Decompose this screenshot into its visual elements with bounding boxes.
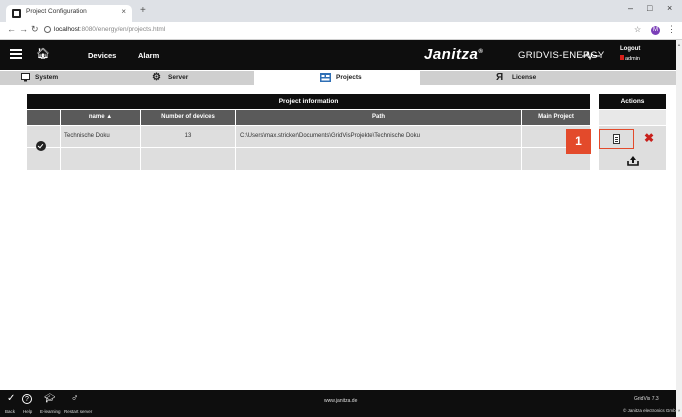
browser-tab-title: Project Configuration [26, 8, 87, 15]
profile-avatar[interactable]: M [651, 26, 660, 35]
hamburger-menu-icon[interactable] [10, 49, 22, 59]
upload-icon[interactable] [627, 156, 639, 166]
tab-projects[interactable]: Projects [254, 71, 420, 85]
user-icon [620, 55, 624, 60]
footer-copyright: © Janitza electronics GmbH [623, 408, 679, 413]
pulse-icon [582, 51, 600, 60]
user-name: admin [625, 56, 640, 62]
app-footer: ✓ Back ? Help 🎓︎ E-learning ♂ Restart se… [0, 390, 679, 417]
app-header: 🏠︎ Devices Alarm Janitza® GRIDVIS-ENERGY… [0, 40, 676, 70]
column-header-status [27, 110, 60, 125]
divider [521, 126, 522, 170]
logout-link[interactable]: Logout [620, 46, 640, 52]
url-host: localhost [54, 26, 80, 33]
restart-icon[interactable]: ♂ [71, 393, 79, 404]
gear-icon: ⚙ [152, 72, 161, 83]
project-name-cell: Technische Doku [64, 133, 110, 139]
device-count-cell: 13 [184, 133, 192, 139]
window-close-button[interactable]: × [667, 3, 672, 13]
tab-server[interactable]: ⚙ Server [112, 71, 254, 85]
maximize-button[interactable]: □ [647, 3, 652, 13]
projects-icon [320, 73, 331, 82]
tab-license[interactable]: Я License [420, 71, 600, 85]
delete-project-icon[interactable]: ✖ [644, 131, 654, 145]
section-tabs: System ⚙ Server Projects Я License [0, 71, 676, 85]
user-label: admin [620, 55, 640, 62]
bookmark-star-icon[interactable]: ☆ [634, 25, 641, 34]
column-header-devices[interactable]: Number of devices [141, 110, 235, 125]
table-row-empty [27, 148, 590, 170]
address-bar: ← → ↻ localhost:8080/energy/en/projects.… [0, 22, 682, 40]
footer-help-label[interactable]: Help [23, 409, 32, 414]
back-icon[interactable]: ✓ [7, 393, 15, 404]
info-icon[interactable] [44, 26, 51, 33]
tab-close-icon[interactable]: × [121, 7, 126, 16]
favicon-icon [12, 9, 21, 18]
column-header-name[interactable]: name ▲ [61, 110, 140, 125]
divider [60, 126, 61, 170]
nav-alarm[interactable]: Alarm [138, 51, 159, 60]
column-header-main-project[interactable]: Main Project [522, 110, 590, 125]
configuration-icon [613, 134, 620, 144]
step-callout-badge: 1 [566, 129, 591, 154]
divider [235, 126, 236, 170]
configure-project-button[interactable] [599, 129, 634, 149]
monitor-icon [21, 73, 30, 82]
brand-name: Janitza [424, 46, 479, 63]
help-icon[interactable]: ? [22, 394, 32, 404]
footer-restart-label[interactable]: Restart server [64, 409, 92, 414]
project-information-header: Project information [27, 94, 590, 109]
scroll-up-icon[interactable]: ▲ [677, 42, 681, 47]
actions-header: Actions [599, 94, 666, 109]
browser-tabstrip: Project Configuration × + – □ × [0, 0, 682, 22]
brand-mark: ® [478, 49, 484, 55]
home-icon[interactable]: 🏠︎ [36, 47, 50, 60]
tab-projects-label: Projects [336, 74, 362, 81]
minimize-button[interactable]: – [628, 3, 633, 13]
forward-arrow-icon[interactable]: → [19, 24, 28, 34]
tab-server-label: Server [168, 74, 189, 81]
reload-icon[interactable]: ↻ [31, 24, 39, 35]
brand-logo: Janitza® [424, 46, 483, 63]
new-tab-button[interactable]: + [140, 5, 146, 16]
column-header-path[interactable]: Path [236, 110, 521, 125]
footer-elearning-label[interactable]: E-learning [40, 409, 61, 414]
column-header-actions [599, 110, 666, 125]
nav-devices[interactable]: Devices [88, 51, 116, 60]
graduation-icon[interactable]: 🎓︎ [44, 393, 55, 404]
project-path-cell: C:\Users\max.stricker\Documents\GridVisP… [240, 133, 420, 139]
browser-menu-icon[interactable]: ⋮ [667, 24, 676, 35]
url-field[interactable]: localhost:8080/energy/en/projects.html [54, 26, 165, 33]
page-scrollbar[interactable] [676, 40, 682, 417]
tab-system-label: System [35, 74, 59, 81]
browser-tab[interactable]: Project Configuration × [6, 5, 132, 22]
license-icon: Я [496, 72, 504, 83]
tab-system[interactable]: System [16, 71, 112, 85]
tab-license-label: License [512, 74, 537, 81]
footer-website-link[interactable]: www.janitza.de [324, 398, 357, 404]
url-path: :8080/energy/en/projects.html [79, 26, 166, 33]
footer-version: GridVis 7.3 [634, 396, 659, 402]
divider [27, 147, 590, 148]
footer-back-label[interactable]: Back [5, 409, 15, 414]
back-arrow-icon[interactable]: ← [7, 24, 16, 34]
active-project-check-icon [36, 141, 46, 151]
